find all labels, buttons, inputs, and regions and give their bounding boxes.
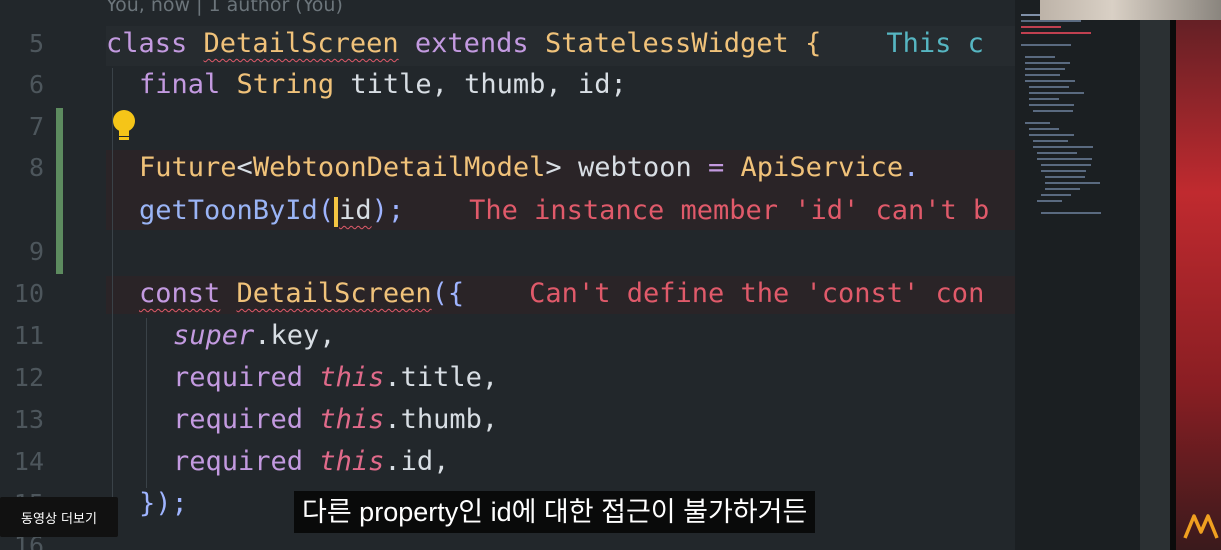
code-editor[interactable]: 5 6 7 8 9 10 11 12 13 14 15 16 You, now …: [0, 0, 1015, 550]
line-number: 10: [13, 279, 44, 308]
line-number: 12: [13, 363, 44, 392]
generic-type: WebtoonDetailModel: [252, 152, 546, 183]
brace: {: [805, 28, 822, 59]
indent-guide: [146, 318, 147, 488]
type-name: String: [236, 69, 335, 100]
code-line-5[interactable]: class DetailScreen extends StatelessWidg…: [106, 27, 984, 61]
keyword: required: [173, 446, 304, 477]
keyword-this: this: [319, 404, 385, 435]
video-subtitle: 다른 property인 id에 대한 접근이 불가하거든: [294, 491, 816, 533]
error-lens-message: The instance member 'id' can't b: [469, 195, 990, 226]
member: .key,: [254, 320, 336, 351]
constructor-name: DetailScreen: [236, 278, 432, 309]
keyword: required: [173, 404, 304, 435]
code-line-8[interactable]: Future<WebtoonDetailModel> webtoon = Api…: [139, 151, 919, 185]
lightbulb-icon[interactable]: [110, 108, 138, 144]
code-line-13[interactable]: required this.thumb,: [173, 403, 498, 437]
line-number: 11: [13, 321, 44, 350]
background-video-panel: [1170, 0, 1221, 550]
line-number: 6: [28, 70, 44, 99]
code-line-12[interactable]: required this.title,: [173, 361, 498, 395]
text-cursor: [334, 196, 339, 227]
argument: id: [339, 195, 372, 226]
keyword: class: [106, 28, 188, 59]
more-videos-button[interactable]: 동영상 더보기: [0, 497, 118, 537]
line-number: 14: [13, 447, 44, 476]
keyword: const: [139, 278, 221, 309]
line-number-gutter: 5 6 7 8 9 10 11 12 13 14 15 16: [0, 0, 100, 550]
code-line-10[interactable]: const DetailScreen({ Can't define the 'c…: [139, 277, 984, 311]
code-line-15[interactable]: });: [139, 487, 188, 521]
keyword: super: [173, 320, 255, 351]
paren: (: [317, 195, 335, 226]
keyword: required: [173, 362, 304, 393]
code-line-6[interactable]: final String title, thumb, id;: [139, 68, 627, 102]
paren: ({: [431, 278, 465, 309]
code-line-14[interactable]: required this.id,: [173, 445, 449, 479]
git-blame-annotation[interactable]: You, now | 1 author (You): [106, 0, 343, 16]
generic-close: >: [545, 152, 562, 183]
keyword-this: this: [319, 446, 385, 477]
member: .id,: [384, 446, 450, 477]
generic-open: <: [236, 152, 253, 183]
member: .thumb,: [384, 404, 499, 435]
webcam-overlay: [1040, 0, 1221, 20]
field-list: title, thumb, id;: [350, 69, 627, 100]
code-line-8-wrap[interactable]: getToonById(id); The instance member 'id…: [139, 194, 989, 228]
git-change-indicator[interactable]: [56, 108, 63, 274]
parent-class: StatelessWidget: [544, 28, 789, 59]
member: .title,: [384, 362, 499, 393]
closing-brace: });: [139, 488, 188, 519]
code-line-11[interactable]: super.key,: [173, 319, 336, 353]
line-number: 7: [28, 112, 44, 141]
panel-divider: [1170, 0, 1176, 550]
type-name: Future: [139, 152, 237, 183]
function-name: getToonById: [139, 195, 318, 226]
minimap[interactable]: [1015, 0, 1140, 550]
variable: webtoon: [577, 152, 692, 183]
class-name: DetailScreen: [203, 28, 399, 59]
line-number: 13: [13, 405, 44, 434]
error-lens-message: Can't define the 'const' con: [529, 278, 985, 309]
inline-hint: This c: [886, 28, 984, 59]
editor-scrollbar[interactable]: [1140, 0, 1170, 550]
line-number: 5: [28, 29, 44, 58]
keyword: extends: [414, 28, 529, 59]
line-number: 8: [28, 153, 44, 182]
paren: );: [371, 195, 405, 226]
line-number: 9: [28, 237, 44, 266]
class-name: ApiService: [740, 152, 904, 183]
operator: =: [708, 152, 725, 183]
keyword-this: this: [319, 362, 385, 393]
dot: .: [903, 152, 920, 183]
channel-logo-icon: [1183, 514, 1219, 539]
keyword: final: [139, 69, 221, 100]
